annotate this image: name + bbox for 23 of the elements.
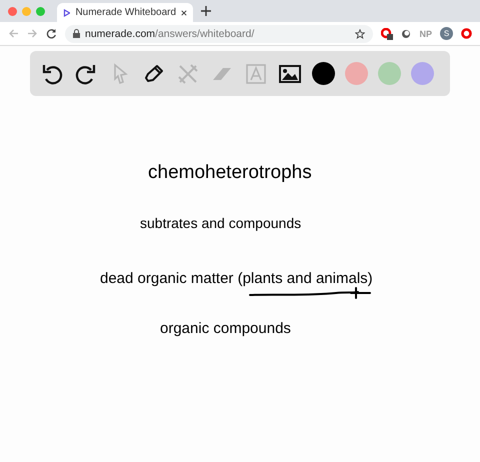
color-swatch[interactable]: [345, 62, 368, 85]
tab-title: Numerade Whiteboard: [75, 7, 176, 18]
lock-icon: [73, 29, 80, 38]
close-icon[interactable]: [181, 8, 187, 16]
color-swatch[interactable]: [312, 62, 335, 85]
close-window-button[interactable]: [8, 6, 17, 16]
handwritten-note: subtrates and compounds: [140, 215, 302, 231]
handwritten-note: dead organic matter (plants and animals): [100, 270, 373, 287]
extension-icon[interactable]: [461, 28, 472, 39]
address-bar[interactable]: numerade.com/answers/whiteboard/: [65, 24, 374, 42]
extension-icon[interactable]: [401, 28, 412, 38]
browser-tab[interactable]: Numerade Whiteboard: [57, 3, 193, 22]
new-tab-icon[interactable]: [199, 4, 213, 18]
url-text: numerade.com/answers/whiteboard/: [85, 28, 256, 40]
handwritten-note: chemoheterotrophs: [148, 162, 312, 183]
reload-icon[interactable]: [46, 28, 57, 39]
play-logo-icon: [63, 8, 70, 18]
star-icon[interactable]: [355, 28, 366, 38]
extension-icon[interactable]: [381, 28, 394, 40]
color-swatch[interactable]: [378, 62, 401, 85]
handwritten-note: organic compounds: [160, 320, 291, 337]
color-swatch[interactable]: [411, 62, 434, 85]
profile-avatar[interactable]: S: [440, 27, 453, 40]
